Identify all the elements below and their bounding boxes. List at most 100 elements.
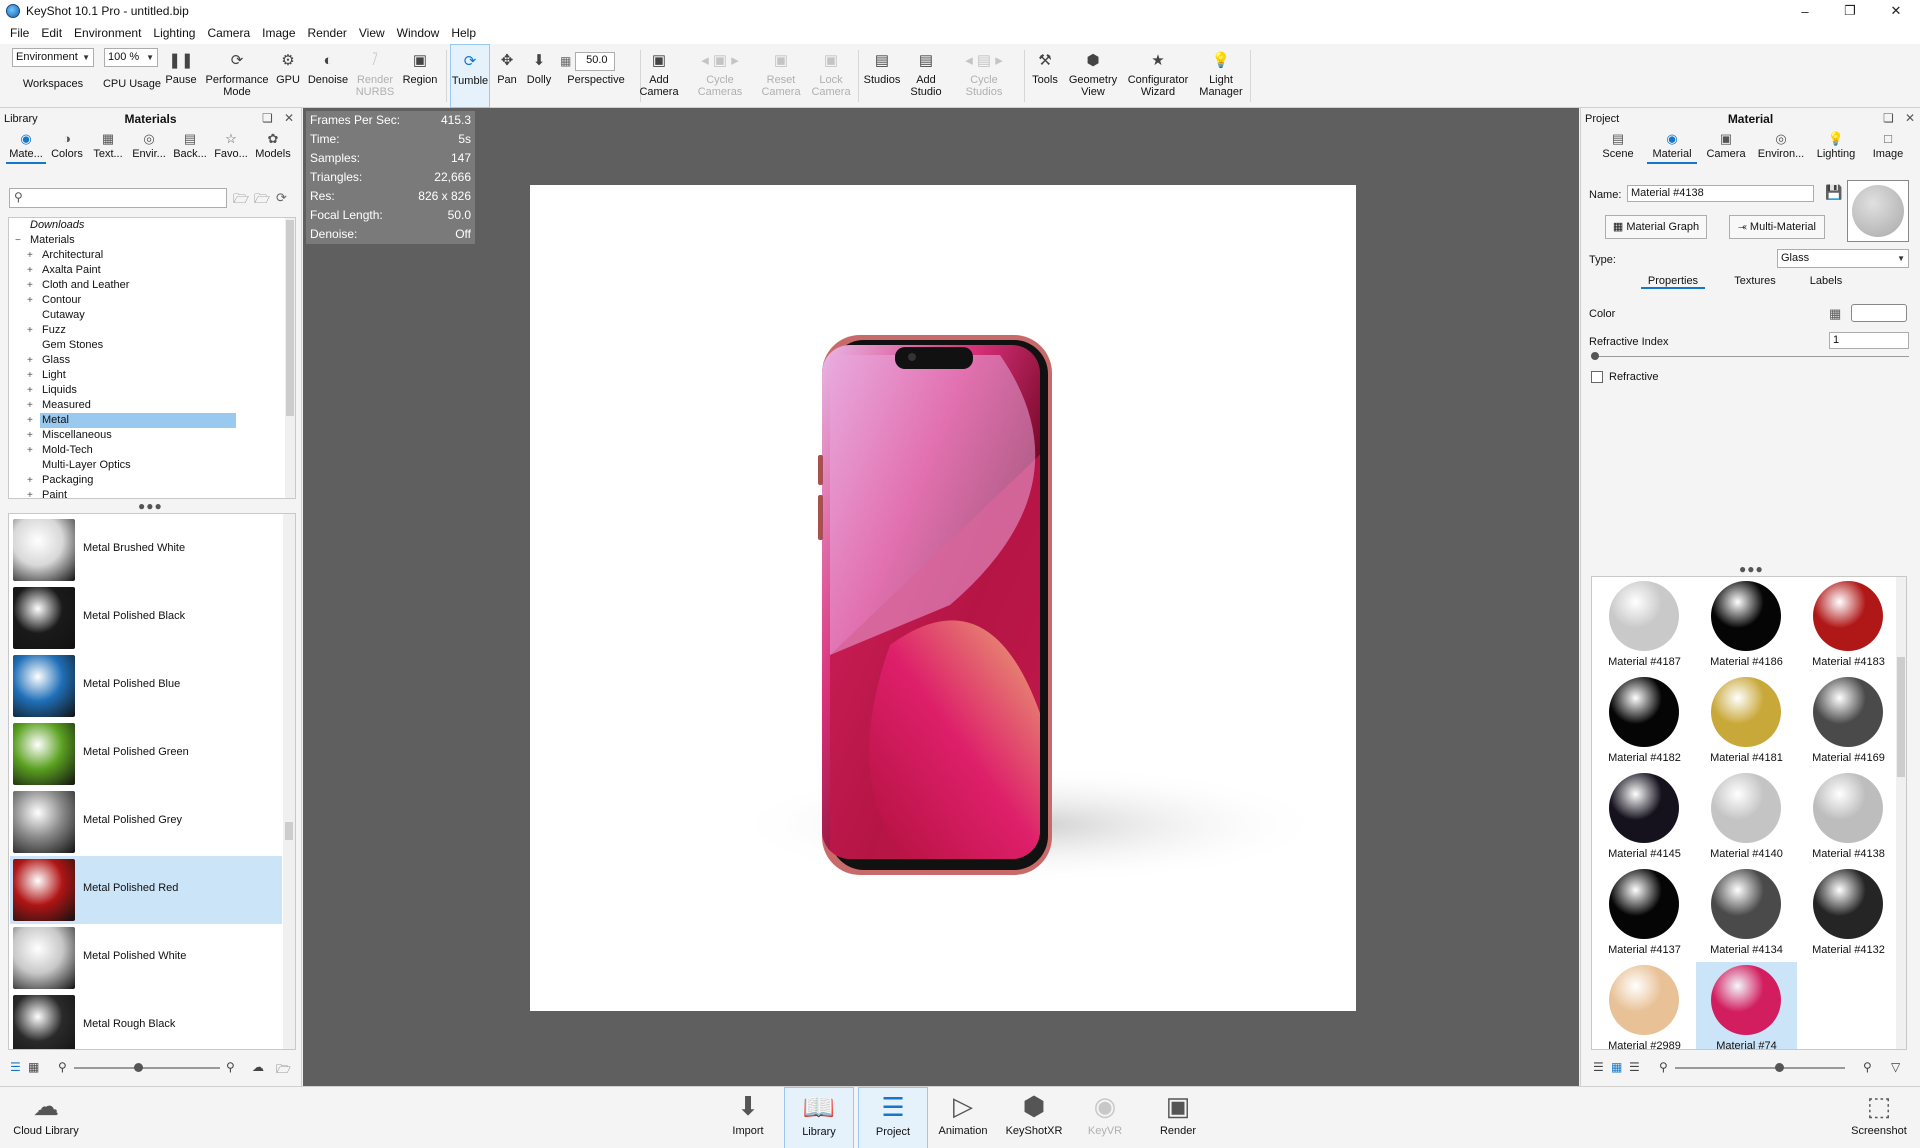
thumbnail-size-slider[interactable]: [74, 1067, 220, 1069]
tools-button[interactable]: ⚒ Tools: [1028, 44, 1062, 108]
tree-view-icon[interactable]: ☰: [1629, 1060, 1640, 1074]
open-folder-icon[interactable]: 🗁: [233, 190, 249, 212]
tree-item[interactable]: + Contour: [9, 293, 295, 308]
keyshotxr-button[interactable]: ⬢ KeyShotXR: [1002, 1087, 1066, 1148]
project-material-cell[interactable]: Material #4138: [1798, 770, 1899, 865]
maximize-icon[interactable]: ❐: [1827, 0, 1873, 22]
multi-material-button[interactable]: ⤛ Multi-Material: [1729, 215, 1825, 239]
material-list-item[interactable]: Metal Polished Red: [10, 856, 282, 924]
expand-icon[interactable]: +: [27, 473, 33, 488]
cycle-studios-button[interactable]: ◂ ▤ ▸ Cycle Studios: [956, 44, 1012, 108]
region-button[interactable]: ▣ Region: [398, 44, 442, 108]
refractive-index-knob[interactable]: [1591, 352, 1599, 360]
menu-camera[interactable]: Camera: [201, 26, 256, 40]
refractive-index-input[interactable]: 1: [1829, 332, 1909, 349]
tree-item[interactable]: Downloads: [9, 218, 295, 233]
material-list-item[interactable]: Metal Polished Blue: [10, 652, 282, 720]
keyvr-button[interactable]: ◉ KeyVR: [1080, 1087, 1130, 1148]
geometry-view-button[interactable]: ⬢ Geometry View: [1066, 44, 1120, 108]
tree-item[interactable]: + Mold-Tech: [9, 443, 295, 458]
menu-lighting[interactable]: Lighting: [147, 26, 201, 40]
tree-scrollbar[interactable]: [285, 218, 295, 498]
tab-environments[interactable]: ◎ Envir...: [129, 130, 169, 164]
project-material-cell[interactable]: Material #4183: [1798, 578, 1899, 673]
project-material-cell[interactable]: Material #4145: [1594, 770, 1695, 865]
thumbnail-size-knob[interactable]: [1775, 1063, 1784, 1072]
tree-item[interactable]: + Axalta Paint: [9, 263, 295, 278]
menu-edit[interactable]: Edit: [35, 26, 68, 40]
tree-item[interactable]: + Miscellaneous: [9, 428, 295, 443]
splitter-handle-icon[interactable]: ●●●: [138, 499, 163, 513]
lock-camera-button[interactable]: ▣ Lock Camera: [811, 44, 850, 108]
project-material-cell[interactable]: Material #4137: [1594, 866, 1695, 961]
undock-icon[interactable]: ❏: [262, 111, 273, 125]
expand-icon[interactable]: +: [27, 443, 33, 458]
project-material-cell[interactable]: Material #4134: [1696, 866, 1797, 961]
material-list-item[interactable]: Metal Polished White: [10, 924, 282, 992]
subtab-labels[interactable]: Labels: [1805, 275, 1847, 287]
project-material-cell[interactable]: Material #4187: [1594, 578, 1695, 673]
expand-icon[interactable]: +: [27, 383, 33, 398]
tree-item[interactable]: + Architectural: [9, 248, 295, 263]
tree-item[interactable]: − Materials: [9, 233, 295, 248]
material-grid-scrollbar-thumb[interactable]: [1897, 657, 1905, 777]
zoom-out-icon[interactable]: ⚲: [58, 1060, 67, 1074]
tab-material[interactable]: ◉ Material: [1647, 130, 1697, 164]
tab-favorites[interactable]: ☆ Favo...: [211, 130, 251, 164]
material-list-item[interactable]: Metal Brushed White: [10, 516, 282, 584]
project-material-cell[interactable]: Material #4140: [1696, 770, 1797, 865]
studios-button[interactable]: ▤ Studios: [862, 44, 902, 108]
project-material-cell[interactable]: Material #74: [1696, 962, 1797, 1049]
denoise-button[interactable]: ◐ Denoise: [304, 44, 352, 108]
add-camera-button[interactable]: ▣ Add Camera: [639, 44, 678, 108]
tab-materials[interactable]: ◉ Mate...: [6, 130, 46, 164]
render-button[interactable]: ▣ Render: [1152, 1087, 1204, 1148]
expand-icon[interactable]: +: [27, 323, 33, 338]
project-material-cell[interactable]: Material #4132: [1798, 866, 1899, 961]
cycle-cameras-button[interactable]: ◂ ▣ ▸ Cycle Cameras: [690, 44, 750, 108]
library-toggle-button[interactable]: 📖 Library: [784, 1087, 854, 1148]
tab-camera[interactable]: ▣ Camera: [1701, 130, 1751, 164]
pan-button[interactable]: ✥ Pan: [492, 44, 522, 108]
grid-view-icon[interactable]: ▦: [28, 1060, 39, 1074]
animation-button[interactable]: ▷ Animation: [934, 1087, 992, 1148]
tree-item[interactable]: + Paint: [9, 488, 295, 498]
minimize-icon[interactable]: –: [1782, 0, 1828, 22]
project-material-cell[interactable]: Material #4182: [1594, 674, 1695, 769]
tree-item[interactable]: + Measured: [9, 398, 295, 413]
material-type-select[interactable]: Glass ▼: [1777, 249, 1909, 268]
gpu-button[interactable]: ⚙ GPU: [274, 44, 302, 108]
perspective-value-field[interactable]: 50.0: [575, 51, 616, 71]
material-list-item[interactable]: Metal Rough Black: [10, 992, 282, 1049]
undock-icon[interactable]: ❏: [1883, 111, 1894, 125]
performance-mode-button[interactable]: ⟳ Performance Mode: [200, 44, 274, 108]
material-list-scrollbar-thumb[interactable]: [285, 822, 293, 840]
tab-textures[interactable]: ▦ Text...: [88, 130, 128, 164]
zoom-in-icon[interactable]: ⚲: [1863, 1060, 1872, 1074]
render-canvas[interactable]: [530, 185, 1356, 1011]
expand-icon[interactable]: +: [27, 248, 33, 263]
workspaces-button[interactable]: Workspaces: [12, 44, 94, 108]
save-icon[interactable]: 💾: [1825, 184, 1842, 201]
tab-environment[interactable]: ◎ Environ...: [1753, 130, 1809, 164]
pause-button[interactable]: ❚❚ Pause: [164, 44, 198, 108]
light-manager-button[interactable]: 💡 Light Manager: [1194, 44, 1248, 108]
cpu-usage-button[interactable]: CPU Usage: [102, 44, 162, 108]
tree-item[interactable]: + Metal: [9, 413, 295, 428]
menu-render[interactable]: Render: [302, 26, 353, 40]
material-list-item[interactable]: Metal Polished Grey: [10, 788, 282, 856]
thumbnail-size-knob[interactable]: [134, 1063, 143, 1072]
material-grid-scrollbar[interactable]: [1896, 577, 1906, 1049]
thumbnail-size-slider[interactable]: [1675, 1067, 1845, 1069]
configurator-wizard-button[interactable]: ★ Configurator Wizard: [1124, 44, 1192, 108]
material-name-input[interactable]: Material #4138: [1627, 185, 1814, 202]
material-graph-button[interactable]: ▦ Material Graph: [1605, 215, 1707, 239]
expand-icon[interactable]: +: [27, 353, 33, 368]
tumble-button[interactable]: ⟳ Tumble: [450, 44, 490, 108]
refractive-checkbox[interactable]: [1591, 371, 1603, 383]
cloud-library-button[interactable]: ☁ Cloud Library: [10, 1087, 82, 1148]
menu-view[interactable]: View: [353, 26, 391, 40]
library-search-input[interactable]: ⚲: [9, 188, 227, 208]
expand-icon[interactable]: +: [27, 368, 33, 383]
menu-image[interactable]: Image: [256, 26, 301, 40]
